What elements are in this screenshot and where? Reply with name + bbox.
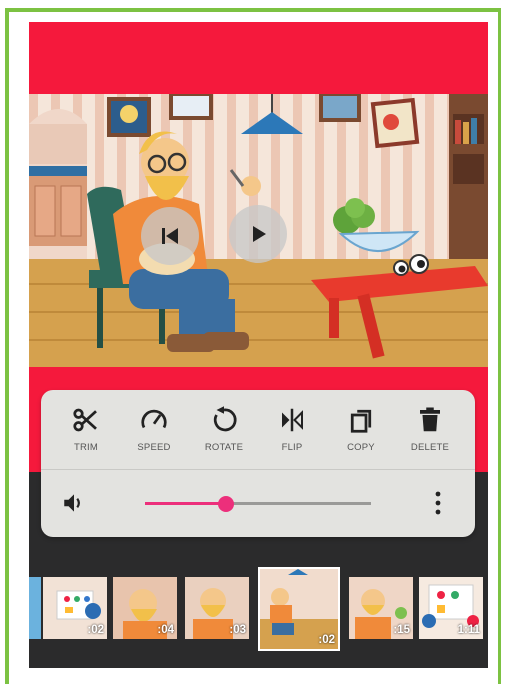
clip-duration: :03 [229, 624, 246, 636]
speedometer-icon [141, 409, 167, 429]
volume-slider-thumb[interactable] [218, 495, 235, 512]
panel-divider [41, 469, 475, 470]
clip-duration: :15 [393, 624, 410, 636]
rotate-label: ROTATE [204, 442, 244, 453]
volume-button[interactable] [61, 490, 89, 516]
clip-thumbnail[interactable]: :15 [349, 577, 413, 639]
clip-thumbnail[interactable]: :02 [43, 577, 107, 639]
volume-slider[interactable] [145, 495, 371, 512]
edit-panel: TRIM SPEED ROTATE FLIP COPY DELETE [41, 390, 475, 537]
skip-previous-icon [162, 228, 178, 244]
clip-thumbnail[interactable] [29, 577, 41, 639]
more-vertical-icon [435, 491, 441, 515]
speed-button[interactable]: SPEED [120, 404, 188, 460]
clip-thumbnail-selected[interactable]: :02 [258, 567, 340, 651]
rotate-icon [213, 406, 237, 432]
copy-button[interactable]: COPY [327, 404, 395, 460]
more-options-button[interactable] [429, 488, 447, 518]
video-editor: TRIM SPEED ROTATE FLIP COPY DELETE:02:… [29, 22, 488, 668]
flip-icon [282, 408, 303, 432]
video-preview[interactable] [29, 94, 488, 367]
flip-button[interactable]: FLIP [258, 404, 326, 460]
delete-label: DELETE [410, 442, 450, 453]
play-icon [253, 226, 266, 242]
speaker-icon [64, 494, 80, 512]
copy-icon [350, 409, 372, 433]
rotate-button[interactable]: ROTATE [190, 404, 258, 460]
top-background [29, 22, 488, 94]
clip-duration: 1:11 [457, 624, 480, 636]
clip-duration: :04 [157, 624, 174, 636]
speed-label: SPEED [137, 442, 171, 453]
trim-label: TRIM [73, 442, 99, 453]
clip-duration: :02 [318, 634, 335, 646]
clip-thumbnail[interactable]: 1:11 [419, 577, 483, 639]
delete-button[interactable]: DELETE [396, 404, 464, 460]
flip-label: FLIP [281, 442, 303, 453]
previous-button[interactable] [141, 207, 199, 265]
clip-thumbnail[interactable]: :04 [113, 577, 177, 639]
copy-label: COPY [347, 442, 375, 453]
clip-duration: :02 [87, 624, 104, 636]
trim-button[interactable]: TRIM [52, 404, 120, 460]
scissors-icon [73, 408, 97, 432]
clip-timeline: :02 :04 :03:02:15 1:11 [29, 567, 488, 653]
trash-icon [420, 407, 440, 432]
clip-thumbnail[interactable]: :03 [185, 577, 249, 639]
volume-slider-fill [145, 502, 227, 505]
play-button[interactable] [229, 205, 287, 263]
